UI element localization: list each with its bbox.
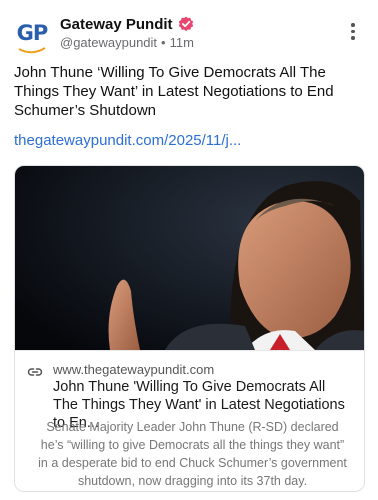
avatar[interactable]: GP <box>13 14 51 54</box>
meta-separator: • <box>161 35 166 50</box>
post-time[interactable]: 11m <box>170 35 194 53</box>
post-card[interactable]: GP Gateway Pundit @gatewaypundit • 11m J… <box>0 0 378 500</box>
avatar-swoosh-icon <box>18 47 46 54</box>
preview-body[interactable]: www.thegatewaypundit.com John Thune 'Wil… <box>15 350 364 491</box>
post-header: Gateway Pundit @gatewaypundit • 11m <box>60 14 338 53</box>
preview-description: Senate Majority Leader John Thune (R-SD)… <box>38 420 347 488</box>
preview-image[interactable] <box>15 166 364 350</box>
display-name[interactable]: Gateway Pundit <box>60 16 173 33</box>
post-meta: @gatewaypundit • 11m <box>60 35 338 53</box>
verified-badge-icon <box>178 16 193 32</box>
preview-domain: www.thegatewaypundit.com <box>53 362 215 377</box>
link-icon <box>27 368 43 376</box>
link-preview-card[interactable]: www.thegatewaypundit.com John Thune 'Wil… <box>14 165 365 492</box>
handle[interactable]: @gatewaypundit <box>60 35 157 53</box>
post-link[interactable]: thegatewaypundit.com/2025/11/j... <box>14 132 241 149</box>
avatar-logo-text: GP <box>16 20 49 45</box>
post-text: John Thune ‘Willing To Give Democrats Al… <box>14 64 334 119</box>
more-options-icon[interactable] <box>348 23 358 43</box>
